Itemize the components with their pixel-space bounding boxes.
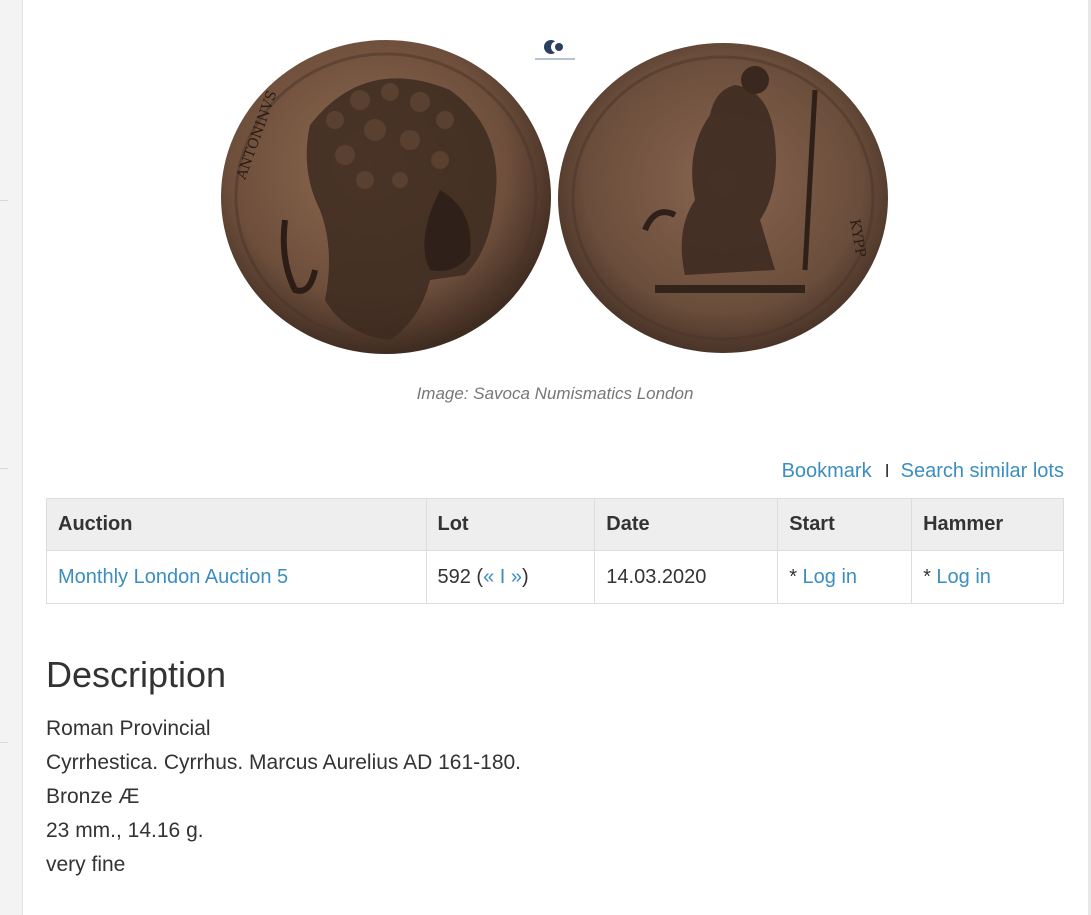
lot-actions: Bookmark I Search similar lots xyxy=(782,460,1064,483)
gutter-divider xyxy=(0,468,8,469)
description-line: very fine xyxy=(46,853,126,876)
header-auction: Auction xyxy=(46,498,427,551)
image-caption: Image: Savoca Numismatics London xyxy=(416,384,694,403)
description-heading: Description xyxy=(46,654,227,695)
header-lot: Lot xyxy=(425,498,596,551)
cell-auction: Monthly London Auction 5 xyxy=(46,550,427,604)
auction-link[interactable]: Monthly London Auction 5 xyxy=(58,566,288,588)
header-date: Date xyxy=(594,498,779,551)
coin-reverse: ΚΥΡΡ xyxy=(558,43,888,353)
table-header-row: Auction Lot Date Start Hammer xyxy=(46,498,1064,551)
lot-nav-separator: I xyxy=(494,565,511,588)
cell-start: * Log in xyxy=(777,550,913,604)
cell-lot: 592 (« I ») xyxy=(425,550,596,604)
start-login-link[interactable]: Log in xyxy=(803,566,858,588)
search-similar-lots-link[interactable]: Search similar lots xyxy=(901,460,1064,483)
table-row: Monthly London Auction 5 592 (« I ») 14.… xyxy=(46,550,1064,604)
description-line: 23 mm., 14.16 g. xyxy=(46,819,204,842)
auction-table: Auction Lot Date Start Hammer Monthly Lo… xyxy=(46,498,1064,604)
left-gutter xyxy=(0,0,23,915)
coin-image[interactable]: ANTONINVS ΚΥΡΡ xyxy=(215,30,895,360)
description-line: Cyrrhestica. Cyrrhus. Marcus Aurelius AD… xyxy=(46,751,522,774)
description-line: Roman Provincial xyxy=(46,717,211,740)
gutter-divider xyxy=(0,200,8,201)
header-start: Start xyxy=(777,498,913,551)
next-lot-link[interactable]: » xyxy=(511,566,522,588)
coin-obverse: ANTONINVS xyxy=(221,40,551,354)
previous-lot-link[interactable]: « xyxy=(483,566,494,588)
lot-close-paren: ) xyxy=(522,565,529,588)
header-hammer: Hammer xyxy=(911,498,1064,551)
hammer-prefix: * xyxy=(923,565,937,588)
description-line: Bronze Æ xyxy=(46,785,140,808)
start-prefix: * xyxy=(789,565,803,588)
gutter-divider xyxy=(0,742,8,743)
savoca-logo xyxy=(535,40,575,60)
actions-separator: I xyxy=(884,461,890,481)
description-body: Roman Provincial Cyrrhestica. Cyrrhus. M… xyxy=(46,712,521,882)
lot-number: 592 ( xyxy=(437,565,484,588)
bookmark-link[interactable]: Bookmark xyxy=(782,460,872,483)
cell-date: 14.03.2020 xyxy=(594,550,779,604)
hammer-login-link[interactable]: Log in xyxy=(936,566,991,588)
cell-hammer: * Log in xyxy=(911,550,1064,604)
